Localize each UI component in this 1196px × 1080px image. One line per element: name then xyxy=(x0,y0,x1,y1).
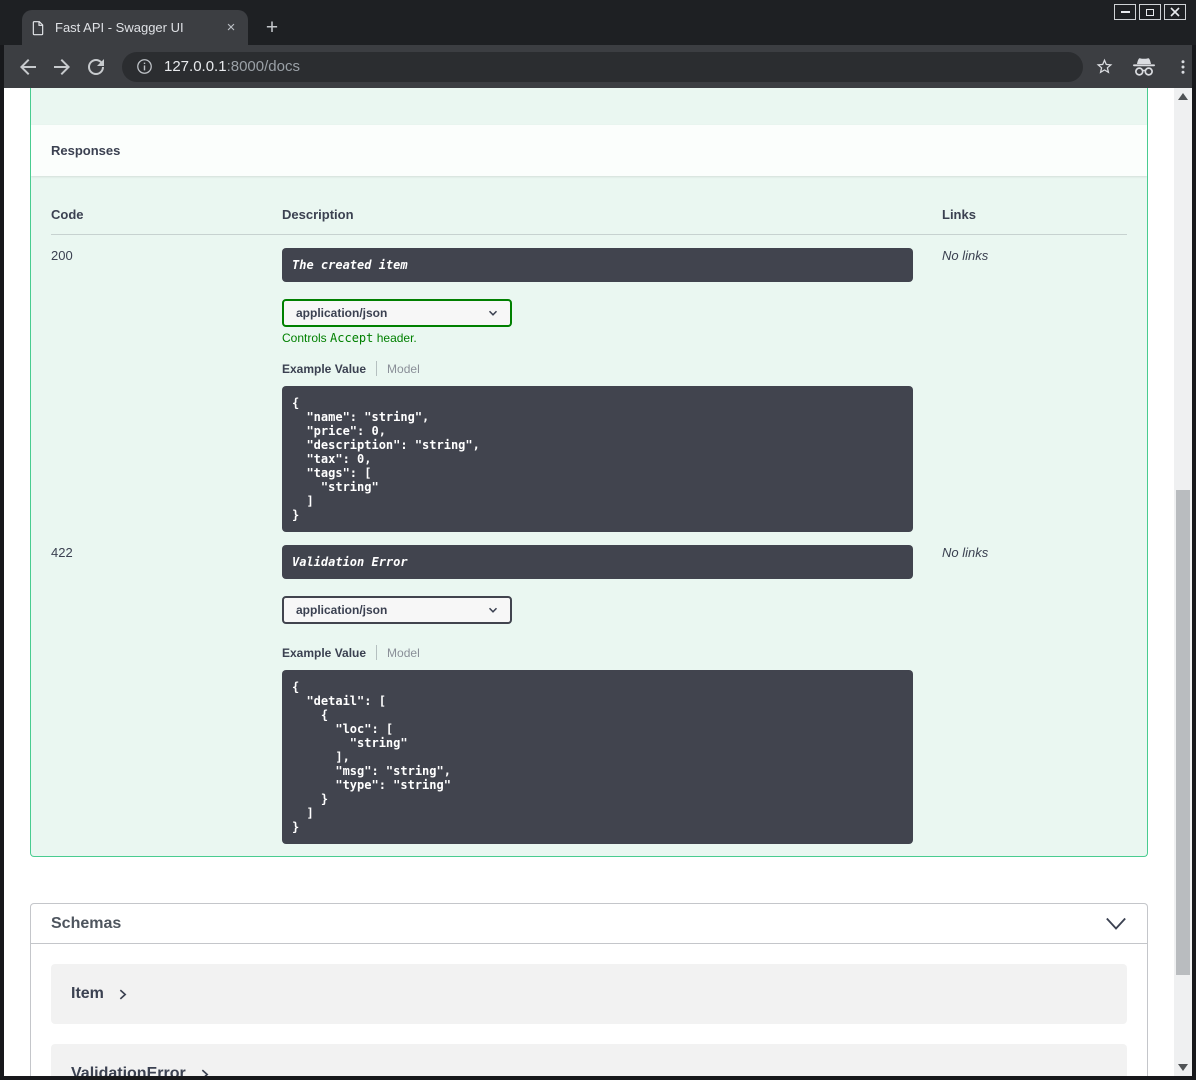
model-item[interactable]: Item xyxy=(51,964,1127,1024)
scroll-up-arrow-icon[interactable] xyxy=(1178,93,1188,100)
example-model-tabs: Example Value Model xyxy=(282,361,942,376)
example-json-block: { "name": "string", "price": 0, "descrip… xyxy=(282,386,913,532)
model-title: Item xyxy=(71,985,104,1002)
example-model-tabs: Example Value Model xyxy=(282,645,942,660)
window-maximize-button[interactable] xyxy=(1139,4,1161,20)
schemas-title: Schemas xyxy=(51,914,122,932)
tab-example-value[interactable]: Example Value xyxy=(282,362,366,376)
browser-menu-icon[interactable] xyxy=(1174,58,1192,76)
response-links: No links xyxy=(942,545,989,560)
chevron-down-icon xyxy=(488,310,498,316)
example-json-block: { "detail": [ { "loc": [ "string" ], "ms… xyxy=(282,670,913,844)
responses-section-header: Responses xyxy=(31,125,1147,176)
vertical-scrollbar[interactable] xyxy=(1174,88,1192,1076)
tab-model[interactable]: Model xyxy=(387,362,420,376)
scroll-down-arrow-icon[interactable] xyxy=(1178,1064,1188,1071)
responses-table: Code Description Links 200 The created i… xyxy=(31,176,1147,844)
column-header-code: Code xyxy=(51,207,84,222)
accept-header-note: Controls Accept header. xyxy=(282,331,417,345)
forward-icon[interactable] xyxy=(50,55,74,79)
window-controls xyxy=(1114,4,1186,20)
opblock-responses-panel: Responses Code Description Links 200 The… xyxy=(30,88,1148,857)
tab-close-icon[interactable]: × xyxy=(222,19,240,37)
response-row-422: 422 Validation Error application/json Ex… xyxy=(51,532,1127,844)
media-type-select[interactable]: application/json xyxy=(282,596,512,624)
schemas-body: Item ValidationError xyxy=(31,944,1147,1076)
response-links: No links xyxy=(942,248,989,263)
page-content: Responses Code Description Links 200 The… xyxy=(4,88,1174,1076)
reload-icon[interactable] xyxy=(84,55,108,79)
browser-titlebar: Fast API - Swagger UI × + xyxy=(0,0,1196,45)
bookmark-star-icon[interactable] xyxy=(1095,57,1114,76)
chevron-down-icon[interactable] xyxy=(1105,916,1127,931)
browser-toolbar: 127.0.0.1:8000/docs xyxy=(4,45,1192,88)
response-code: 200 xyxy=(51,248,73,263)
tab-example-value[interactable]: Example Value xyxy=(282,646,366,660)
new-tab-button[interactable]: + xyxy=(260,16,284,40)
scrollbar-thumb[interactable] xyxy=(1176,490,1190,975)
site-info-icon[interactable] xyxy=(136,58,153,75)
window-minimize-button[interactable] xyxy=(1114,4,1136,20)
model-title: ValidationError xyxy=(71,1065,186,1076)
schemas-section: Schemas Item ValidationError xyxy=(30,903,1148,1076)
back-icon[interactable] xyxy=(16,55,40,79)
responses-title: Responses xyxy=(51,143,121,158)
tab-model[interactable]: Model xyxy=(387,646,420,660)
window-close-button[interactable] xyxy=(1164,4,1186,20)
chevron-right-icon xyxy=(201,1069,209,1076)
toolbar-actions xyxy=(1095,56,1192,78)
url-bar[interactable]: 127.0.0.1:8000/docs xyxy=(122,51,1083,82)
page-favicon-icon xyxy=(32,20,44,35)
window-frame-bottom xyxy=(0,1076,1196,1080)
column-header-links: Links xyxy=(942,207,976,222)
responses-table-header: Code Description Links xyxy=(51,176,1127,235)
response-description: Validation Error xyxy=(282,545,913,579)
chevron-down-icon xyxy=(488,607,498,613)
media-type-select[interactable]: application/json xyxy=(282,299,512,327)
response-description: The created item xyxy=(282,248,913,282)
model-validationerror[interactable]: ValidationError xyxy=(51,1044,1127,1076)
response-code: 422 xyxy=(51,545,73,560)
column-header-description: Description xyxy=(282,207,354,222)
schemas-header[interactable]: Schemas xyxy=(31,904,1147,944)
tab-title: Fast API - Swagger UI xyxy=(55,20,184,35)
url-text[interactable]: 127.0.0.1:8000/docs xyxy=(164,58,300,75)
response-row-200: 200 The created item application/json Co… xyxy=(51,235,1127,532)
incognito-icon xyxy=(1133,57,1155,76)
chevron-right-icon xyxy=(119,989,127,999)
browser-tab[interactable]: Fast API - Swagger UI × xyxy=(22,10,248,45)
